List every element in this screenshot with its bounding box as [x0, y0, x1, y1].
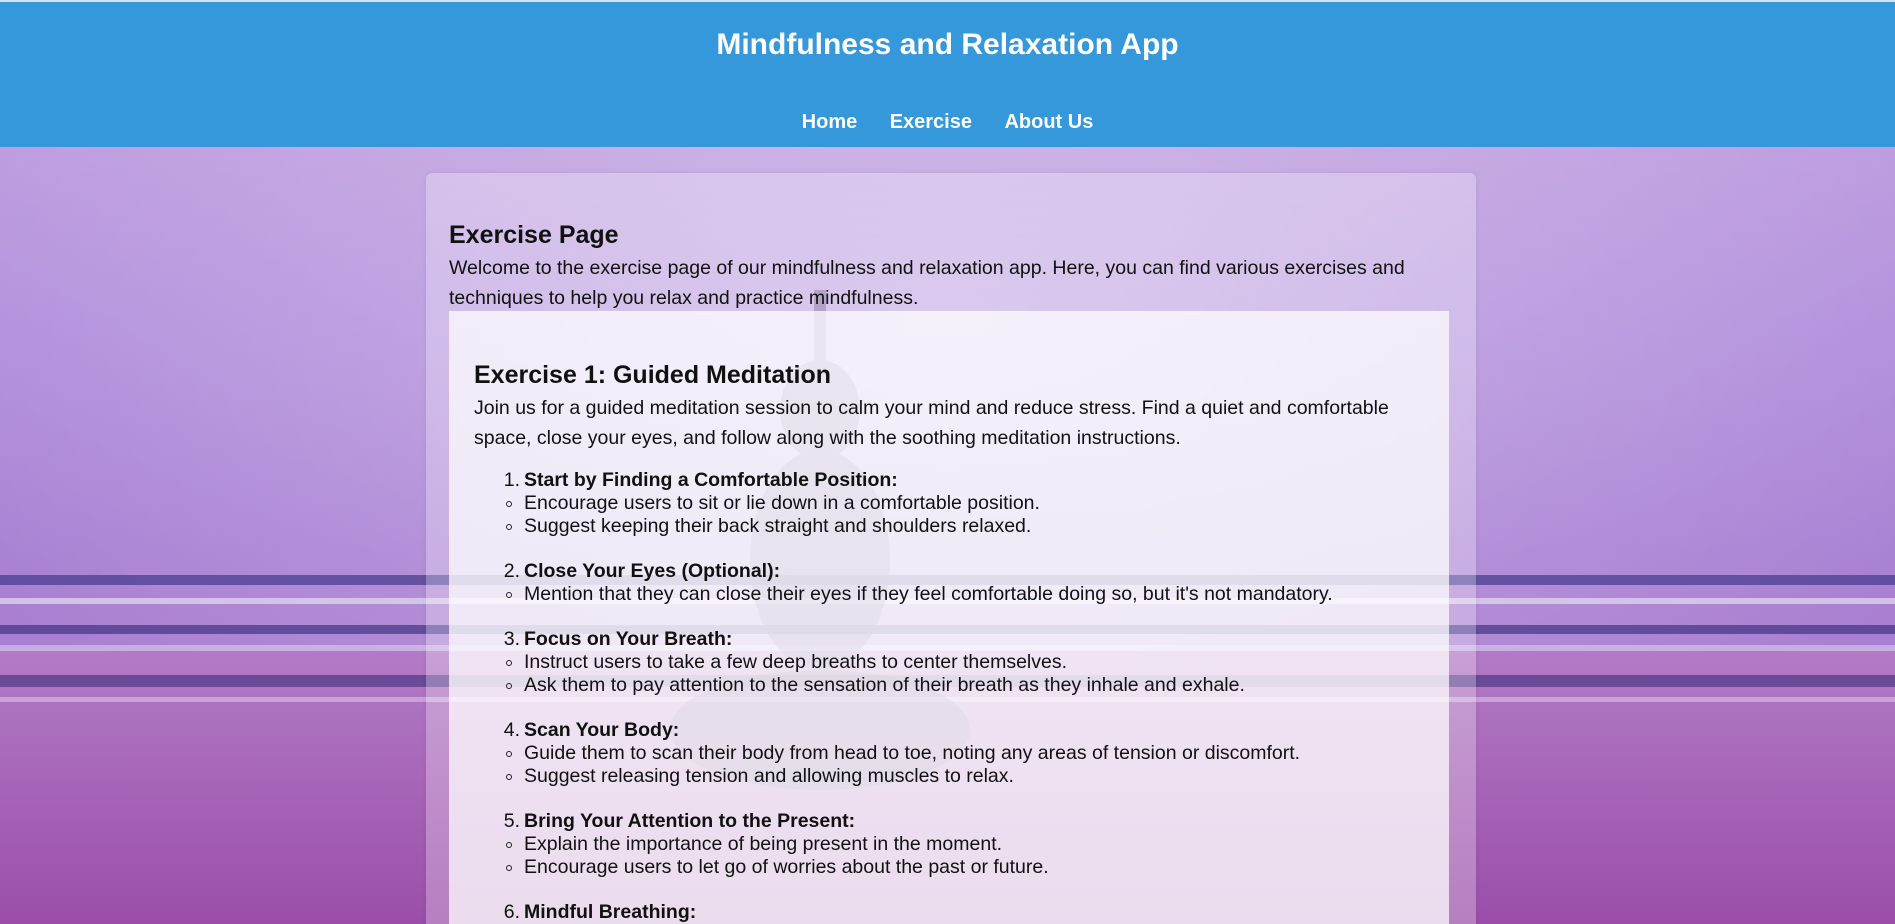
step-detail: Ask them to pay attention to the sensati… [506, 674, 1484, 697]
step-item: 4. Scan Your Body: Guide them to scan th… [504, 719, 1484, 788]
app-header: Mindfulness and Relaxation App Home Exer… [0, 0, 1895, 147]
exercise-description: Join us for a guided meditation session … [474, 397, 1389, 449]
bullet-icon [506, 842, 512, 848]
step-item: 5. Bring Your Attention to the Present: … [504, 810, 1484, 879]
step-number: 6. [503, 901, 520, 923]
bullet-icon [506, 774, 512, 780]
step-detail: Encourage users to sit or lie down in a … [506, 492, 1484, 515]
nav-exercise-link[interactable]: Exercise [890, 111, 972, 133]
step-item: 1. Start by Finding a Comfortable Positi… [504, 469, 1484, 538]
step-title: Start by Finding a Comfortable Position: [524, 469, 898, 491]
step-item: 6. Mindful Breathing: [504, 901, 1484, 924]
bullet-icon [506, 592, 512, 598]
nav-home-link[interactable]: Home [802, 111, 858, 133]
bullet-icon [506, 683, 512, 689]
step-detail: Suggest releasing tension and allowing m… [506, 765, 1484, 788]
app-title: Mindfulness and Relaxation App [716, 28, 1179, 61]
step-detail: Mention that they can close their eyes i… [506, 583, 1484, 606]
step-number: 2. [503, 560, 520, 582]
step-title: Focus on Your Breath: [524, 628, 733, 650]
exercise-steps-list: 1. Start by Finding a Comfortable Positi… [474, 469, 1484, 924]
step-detail: Suggest keeping their back straight and … [506, 515, 1484, 538]
bullet-icon [506, 865, 512, 871]
step-detail: Explain the importance of being present … [506, 833, 1484, 856]
nav-about-us-link[interactable]: About Us [1004, 111, 1093, 133]
bullet-icon [506, 660, 512, 666]
step-detail: Instruct users to take a few deep breath… [506, 651, 1484, 674]
step-title: Close Your Eyes (Optional): [524, 560, 781, 582]
step-title: Scan Your Body: [524, 719, 680, 741]
main-nav: Home Exercise About Us [0, 111, 1895, 134]
page-intro: Welcome to the exercise page of our mind… [449, 257, 1405, 309]
step-number: 4. [503, 719, 520, 741]
bullet-icon [506, 751, 512, 757]
exercise-card: Exercise 1: Guided Meditation Join us fo… [449, 311, 1449, 924]
step-title: Bring Your Attention to the Present: [524, 810, 856, 832]
bullet-icon [506, 501, 512, 507]
content-panel: Exercise Page Welcome to the exercise pa… [426, 173, 1476, 924]
page-title: Exercise Page [449, 221, 619, 249]
step-item: 2. Close Your Eyes (Optional): Mention t… [504, 560, 1484, 606]
step-detail: Guide them to scan their body from head … [506, 742, 1484, 765]
exercise-title: Exercise 1: Guided Meditation [474, 361, 832, 389]
step-detail: Encourage users to let go of worries abo… [506, 856, 1484, 879]
step-number: 5. [503, 810, 520, 832]
step-item: 3. Focus on Your Breath: Instruct users … [504, 628, 1484, 697]
step-number: 1. [503, 469, 520, 491]
bullet-icon [506, 524, 512, 530]
step-number: 3. [503, 628, 520, 650]
step-title: Mindful Breathing: [524, 901, 697, 923]
